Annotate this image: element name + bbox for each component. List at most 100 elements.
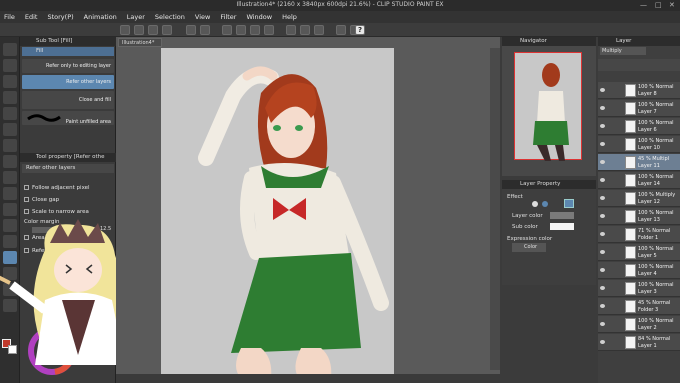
sub-tool-tab-fill[interactable]: Fill (22, 47, 114, 56)
sub-color-swatch[interactable] (550, 223, 574, 230)
close-icon[interactable]: ✕ (669, 1, 675, 9)
redo-icon[interactable] (200, 25, 210, 35)
menu-story[interactable]: Story(P) (47, 13, 73, 21)
layer-color-swatch[interactable] (550, 212, 574, 219)
layer-row[interactable]: 100 % Normal Layer 2 (598, 316, 680, 333)
horizontal-scrollbar[interactable] (116, 374, 500, 383)
menu-file[interactable]: File (4, 13, 15, 21)
eyedropper-tool-icon[interactable] (3, 139, 17, 152)
subtool-item-paint-unfilled[interactable]: Paint unfilled area (22, 111, 114, 125)
layer-row[interactable]: 100 % Normal Layer 3 (598, 280, 680, 297)
vertical-scrollbar[interactable] (490, 48, 500, 370)
menu-animation[interactable]: Animation (84, 13, 117, 21)
save-icon[interactable] (162, 25, 172, 35)
menu-layer[interactable]: Layer (127, 13, 145, 21)
zoom-tool-icon[interactable] (3, 43, 17, 56)
visibility-eye-icon[interactable] (600, 322, 605, 326)
navigator-panel[interactable] (502, 46, 596, 176)
layer-panel: Layer Multiply 100 % Normal Layer 8 100 % … (598, 37, 680, 383)
menu-edit[interactable]: Edit (25, 13, 38, 21)
layer-row[interactable]: 100 % Normal Layer 7 (598, 100, 680, 117)
visibility-eye-icon[interactable] (600, 286, 605, 290)
clear-outside-icon[interactable] (236, 25, 246, 35)
layer-row[interactable]: 71 % Normal Folder 1 (598, 226, 680, 243)
blend-mode-select[interactable]: Multiply (600, 47, 646, 55)
visibility-eye-icon[interactable] (600, 142, 605, 146)
layer-row[interactable]: 100 % Normal Layer 4 (598, 262, 680, 279)
layer-row[interactable]: 100 % Normal Layer 10 (598, 136, 680, 153)
layer-row[interactable]: 45 % Normal Folder 3 (598, 298, 680, 315)
navigator-preview[interactable] (514, 52, 582, 161)
layer-row[interactable]: 100 % Normal Layer 8 (598, 82, 680, 99)
layer-name-label: Layer 14 (638, 181, 660, 187)
selection-tool-icon[interactable] (3, 107, 17, 120)
undo-icon[interactable] (186, 25, 196, 35)
visibility-eye-icon[interactable] (600, 250, 605, 254)
pencil-tool-icon[interactable] (3, 171, 17, 184)
visibility-eye-icon[interactable] (600, 106, 605, 110)
layer-move-tool-icon[interactable] (3, 91, 17, 104)
checkbox[interactable] (24, 209, 29, 214)
layer-row[interactable]: 100 % Multiply Layer 12 (598, 190, 680, 207)
document-tab[interactable]: Illustration4* (118, 38, 162, 47)
visibility-eye-icon[interactable] (600, 340, 605, 344)
visibility-eye-icon[interactable] (600, 268, 605, 272)
canvas-paper[interactable] (161, 48, 394, 378)
layer-name-label: Layer 5 (638, 253, 657, 259)
app-icon[interactable] (120, 25, 130, 35)
layer-row[interactable]: 100 % Normal Layer 5 (598, 244, 680, 261)
maximize-icon[interactable]: □ (655, 1, 662, 9)
deselect-icon[interactable] (286, 25, 296, 35)
subtool-item-label: Refer only to editing layer (45, 63, 111, 69)
help-icon[interactable]: ? (355, 25, 365, 35)
new-file-icon[interactable] (134, 25, 144, 35)
visibility-eye-icon[interactable] (600, 232, 605, 236)
checkbox[interactable] (24, 197, 29, 202)
visibility-eye-icon[interactable] (600, 304, 605, 308)
layer-blend-label: 45 % Normal (638, 300, 671, 306)
menu-help[interactable]: Help (282, 13, 297, 21)
subtool-item-refer-editing[interactable]: Refer only to editing layer (22, 59, 114, 73)
layer-thumbnail (625, 84, 636, 97)
brush-tool-icon[interactable] (3, 187, 17, 200)
effect-border-icon[interactable] (532, 201, 538, 207)
expression-color-select[interactable]: Color (512, 243, 546, 252)
move-tool-icon[interactable] (3, 59, 17, 72)
menu-selection[interactable]: Selection (155, 13, 185, 21)
subtool-item-refer-other[interactable]: Refer other layers (22, 75, 114, 89)
pen-tool-icon[interactable] (3, 155, 17, 168)
layer-row[interactable]: 45 % Multipl Layer 11 (598, 154, 680, 171)
layer-name-label: Layer 13 (638, 217, 660, 223)
visibility-eye-icon[interactable] (600, 196, 605, 200)
layer-row[interactable]: 84 % Normal Layer 1 (598, 334, 680, 351)
show-selection-icon[interactable] (314, 25, 324, 35)
layer-color-toggle-icon[interactable] (564, 199, 574, 208)
option-close-gap[interactable]: Close gap (24, 197, 59, 203)
visibility-eye-icon[interactable] (600, 214, 605, 218)
auto-select-tool-icon[interactable] (3, 123, 17, 136)
fill-icon[interactable] (250, 25, 260, 35)
snap-ruler-icon[interactable] (336, 25, 346, 35)
menu-view[interactable]: View (195, 13, 210, 21)
layer-row[interactable]: 100 % Normal Layer 14 (598, 172, 680, 189)
invert-selection-icon[interactable] (300, 25, 310, 35)
layer-row[interactable]: 100 % Normal Layer 6 (598, 118, 680, 135)
menu-filter[interactable]: Filter (220, 13, 236, 21)
layer-row[interactable]: 100 % Normal Layer 13 (598, 208, 680, 225)
checkbox[interactable] (24, 185, 29, 190)
visibility-eye-icon[interactable] (600, 88, 605, 92)
visibility-eye-icon[interactable] (600, 124, 605, 128)
layer-blend-label: 100 % Normal (638, 102, 674, 108)
option-follow-adjacent[interactable]: Follow adjacent pixel (24, 185, 90, 191)
visibility-eye-icon[interactable] (600, 178, 605, 182)
transform-icon[interactable] (264, 25, 274, 35)
visibility-eye-icon[interactable] (600, 160, 605, 164)
subtool-item-close-fill[interactable]: Close and fill (22, 91, 114, 109)
menu-window[interactable]: Window (246, 13, 272, 21)
tool-property-header: Tool property [Refer othe (20, 153, 116, 162)
open-file-icon[interactable] (148, 25, 158, 35)
effect-tone-icon[interactable] (542, 201, 548, 207)
operation-tool-icon[interactable] (3, 75, 17, 88)
minimize-icon[interactable]: — (640, 1, 647, 9)
clear-icon[interactable] (222, 25, 232, 35)
